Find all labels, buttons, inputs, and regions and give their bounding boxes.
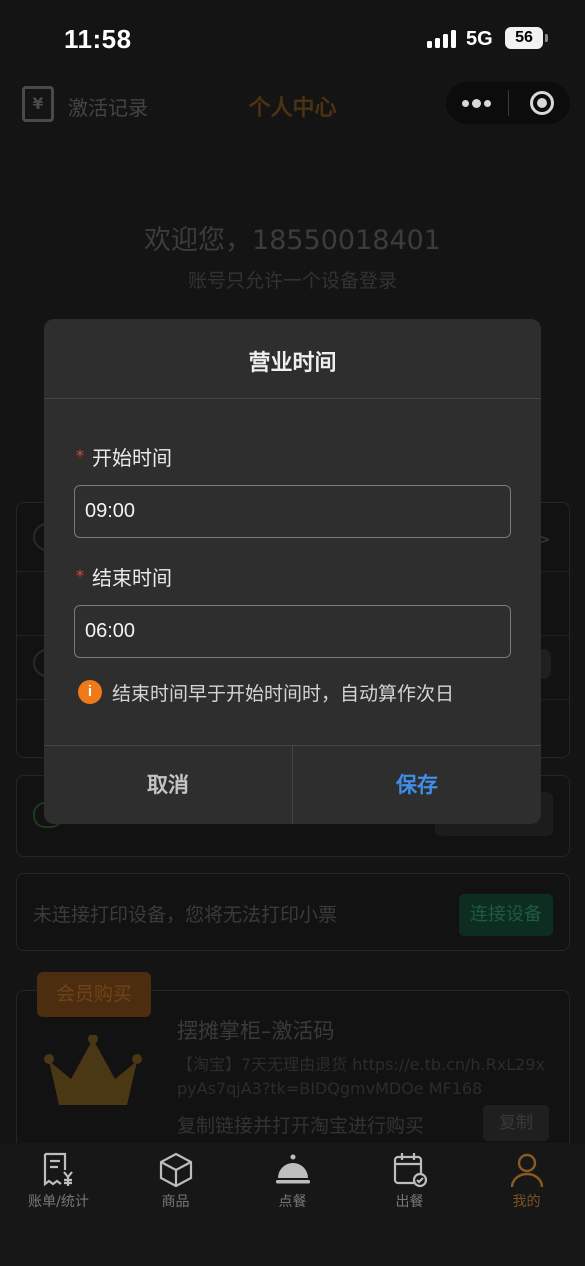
copy-link-button[interactable]: 复制 bbox=[483, 1105, 549, 1141]
box-icon bbox=[159, 1152, 193, 1188]
start-time-label: 开始时间 bbox=[92, 446, 172, 470]
tab-bar: 账单/统计 商品 点餐 出餐 我的 bbox=[0, 1143, 585, 1266]
calendar-check-icon bbox=[393, 1153, 428, 1188]
cloche-icon bbox=[276, 1154, 310, 1184]
divider bbox=[44, 398, 541, 399]
tab-products[interactable]: 商品 bbox=[117, 1143, 234, 1233]
tab-order[interactable]: 点餐 bbox=[234, 1143, 351, 1233]
capsule-divider bbox=[508, 90, 509, 116]
member-badge: 会员购买 bbox=[37, 972, 151, 1017]
tab-mine[interactable]: 我的 bbox=[468, 1143, 585, 1233]
tab-label: 商品 bbox=[161, 1194, 190, 1210]
network-type: 5G bbox=[466, 28, 493, 50]
required-mark: * bbox=[76, 446, 84, 465]
member-card: 会员购买 摆摊掌柜–激活码 【淘宝】7天无理由退货 https://e.tb.c… bbox=[16, 972, 570, 1160]
welcome-text: 欢迎您，18550018401 bbox=[144, 225, 441, 256]
dialog-title: 营业时间 bbox=[248, 351, 337, 376]
tab-serve[interactable]: 出餐 bbox=[351, 1143, 468, 1233]
info-icon: i bbox=[78, 680, 102, 704]
member-product-title: 摆摊掌柜–激活码 bbox=[177, 1019, 335, 1043]
battery-icon: 56 bbox=[505, 27, 548, 49]
business-hours-dialog: 营业时间 * 开始时间 * 结束时间 i 结束时间早于开始时间时，自动算作次日 … bbox=[44, 319, 541, 824]
member-copy-tip: 复制链接并打开淘宝进行购买 bbox=[177, 1115, 425, 1137]
crown-icon bbox=[44, 1035, 142, 1105]
tab-label: 点餐 bbox=[278, 1194, 307, 1210]
end-time-input[interactable] bbox=[74, 605, 511, 658]
printer-card: 未连接打印设备，您将无法打印小票 连接设备 bbox=[16, 873, 570, 951]
tab-label: 账单/统计 bbox=[28, 1194, 89, 1210]
required-mark: * bbox=[76, 566, 84, 585]
member-purchase-link: 【淘宝】7天无理由退货 https://e.tb.cn/h.RxL29xpyAs… bbox=[177, 1055, 545, 1098]
signal-icon bbox=[427, 30, 457, 48]
cancel-button[interactable]: 取消 bbox=[44, 746, 292, 824]
status-bar: 11:58 5G 56 bbox=[0, 0, 585, 70]
tab-label: 出餐 bbox=[395, 1194, 424, 1210]
welcome-subtitle: 账号只允许一个设备登录 bbox=[187, 270, 397, 292]
user-icon bbox=[510, 1153, 544, 1188]
more-icon[interactable] bbox=[462, 92, 492, 114]
printer-status-text: 未连接打印设备，您将无法打印小票 bbox=[33, 904, 338, 926]
nav-bar: ¥ 激活记录 个人中心 bbox=[0, 70, 585, 136]
receipt-icon bbox=[43, 1152, 73, 1187]
status-time: 11:58 bbox=[64, 24, 132, 54]
save-button[interactable]: 保存 bbox=[293, 746, 541, 824]
connect-device-button[interactable]: 连接设备 bbox=[459, 894, 553, 936]
tab-bill-stats[interactable]: 账单/统计 bbox=[0, 1143, 117, 1233]
start-time-input[interactable] bbox=[74, 485, 511, 538]
close-target-icon[interactable] bbox=[530, 91, 554, 115]
end-time-label: 结束时间 bbox=[92, 566, 172, 590]
tab-label: 我的 bbox=[512, 1194, 541, 1210]
mini-program-capsule bbox=[446, 82, 570, 124]
end-time-tip: 结束时间早于开始时间时，自动算作次日 bbox=[112, 683, 455, 705]
